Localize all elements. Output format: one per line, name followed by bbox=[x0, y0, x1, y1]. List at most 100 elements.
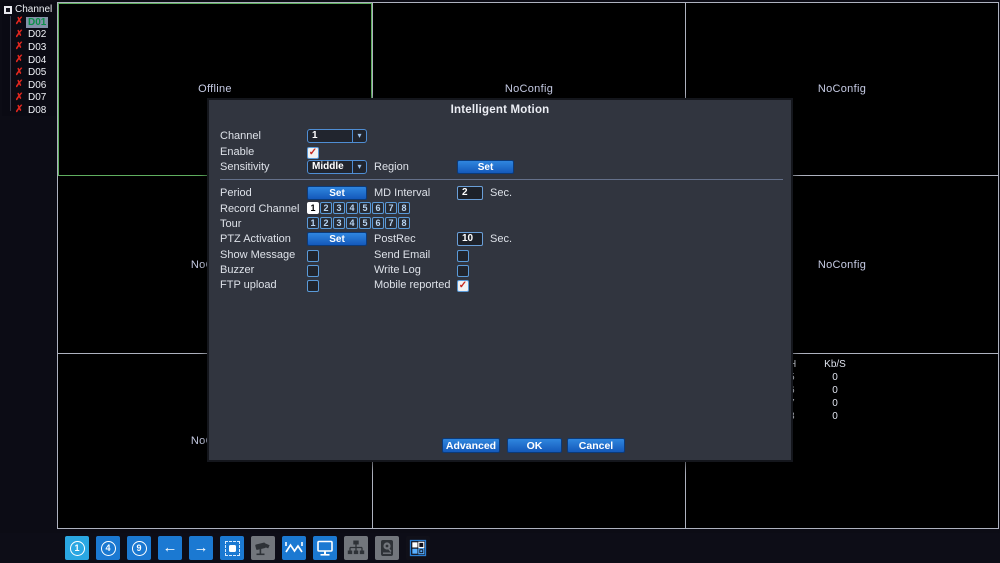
period-set-button[interactable]: Set bbox=[307, 186, 367, 200]
disk-search-button[interactable] bbox=[375, 536, 399, 560]
single-view-icon: 1 bbox=[69, 540, 85, 556]
region-set-button[interactable]: Set bbox=[457, 160, 514, 174]
enable-label: Enable bbox=[220, 146, 255, 158]
record-channel-8[interactable]: 8 bbox=[398, 202, 410, 214]
mobile-reported-checkbox[interactable]: ✓ bbox=[457, 279, 469, 292]
disk-search-icon bbox=[381, 540, 393, 556]
tour-1[interactable]: 1 bbox=[307, 217, 319, 229]
bitrate-col-kbs: Kb/S bbox=[824, 359, 846, 370]
channel-tree-title: Channel bbox=[15, 4, 53, 15]
record-channel-3[interactable]: 3 bbox=[333, 202, 345, 214]
record-icon bbox=[224, 540, 240, 556]
show-message-label: Show Message bbox=[220, 249, 296, 261]
bottom-toolbar: 1 4 9 ← → bbox=[0, 533, 1000, 563]
channel-tree-panel: Channel ✗ D01 ✗ D02 ✗ D03 ✗ D04 ✗ D05 ✗ … bbox=[2, 2, 56, 116]
network-button[interactable] bbox=[344, 536, 368, 560]
record-channel-7[interactable]: 7 bbox=[385, 202, 397, 214]
buzzer-label: Buzzer bbox=[220, 264, 255, 276]
channel-select[interactable]: 1 ▾ bbox=[307, 129, 367, 143]
channel-item-d02[interactable]: ✗ D02 bbox=[6, 29, 56, 42]
md-interval-label: MD Interval bbox=[374, 187, 431, 199]
tour-8[interactable]: 8 bbox=[398, 217, 410, 229]
section-divider bbox=[220, 179, 783, 180]
channel-item-d03[interactable]: ✗ D03 bbox=[6, 41, 56, 54]
quad-view-button[interactable]: 4 bbox=[96, 536, 120, 560]
ok-button[interactable]: OK bbox=[507, 438, 562, 453]
postrec-input[interactable]: 10 bbox=[457, 232, 483, 246]
bitrate-header: H Kb/S bbox=[789, 358, 865, 371]
x-mark-icon: ✗ bbox=[15, 16, 24, 28]
channel-label: Channel bbox=[220, 130, 261, 142]
network-icon bbox=[347, 540, 365, 555]
bitrate-table: H Kb/S 5 0 6 0 7 0 8 0 bbox=[789, 358, 865, 423]
cancel-button[interactable]: Cancel bbox=[567, 438, 625, 453]
tour-6[interactable]: 6 bbox=[372, 217, 384, 229]
arrow-right-icon: → bbox=[193, 539, 209, 556]
check-icon: ✓ bbox=[308, 146, 318, 158]
record-button[interactable] bbox=[220, 536, 244, 560]
channel-item-d04[interactable]: ✗ D04 bbox=[6, 54, 56, 67]
tour-7[interactable]: 7 bbox=[385, 217, 397, 229]
color-adjust-button[interactable] bbox=[282, 536, 306, 560]
previous-button[interactable]: ← bbox=[158, 536, 182, 560]
advanced-button[interactable]: Advanced bbox=[442, 438, 500, 453]
channel-tree-header[interactable]: Channel bbox=[2, 2, 56, 16]
tour-4[interactable]: 4 bbox=[346, 217, 358, 229]
tour-2[interactable]: 2 bbox=[320, 217, 332, 229]
tour-5[interactable]: 5 bbox=[359, 217, 371, 229]
intelligent-motion-dialog: Intelligent Motion Channel 1 ▾ Enable ✓ … bbox=[207, 98, 793, 462]
ptz-activation-label: PTZ Activation bbox=[220, 233, 291, 245]
color-adjust-icon bbox=[285, 542, 303, 553]
x-mark-icon: ✗ bbox=[15, 41, 24, 53]
multi-screen-button[interactable] bbox=[406, 536, 430, 560]
cell-status-label: NoConfig bbox=[817, 83, 867, 95]
nine-view-button[interactable]: 9 bbox=[127, 536, 151, 560]
channel-item-d07[interactable]: ✗ D07 bbox=[6, 92, 56, 105]
collapse-icon[interactable] bbox=[4, 5, 12, 14]
chevron-down-icon[interactable]: ▾ bbox=[352, 161, 366, 173]
ptz-camera-button[interactable] bbox=[251, 536, 275, 560]
sensitivity-select[interactable]: Middle ▾ bbox=[307, 160, 367, 174]
write-log-checkbox[interactable] bbox=[457, 264, 469, 277]
show-message-checkbox[interactable] bbox=[307, 249, 319, 262]
record-channel-2[interactable]: 2 bbox=[320, 202, 332, 214]
channel-item-d06[interactable]: ✗ D06 bbox=[6, 79, 56, 92]
record-channel-1[interactable]: 1 bbox=[307, 202, 319, 214]
ftp-upload-checkbox[interactable] bbox=[307, 279, 319, 292]
ptz-set-button[interactable]: Set bbox=[307, 232, 367, 246]
send-email-checkbox[interactable] bbox=[457, 249, 469, 262]
display-button[interactable] bbox=[313, 536, 337, 560]
x-mark-icon: ✗ bbox=[15, 54, 24, 66]
region-label: Region bbox=[374, 161, 409, 173]
channel-item-d01[interactable]: ✗ D01 bbox=[6, 16, 56, 29]
channel-item-d05[interactable]: ✗ D05 bbox=[6, 66, 56, 79]
single-view-button[interactable]: 1 bbox=[65, 536, 89, 560]
tour-3[interactable]: 3 bbox=[333, 217, 345, 229]
md-interval-input[interactable]: 2 bbox=[457, 186, 483, 200]
send-email-label: Send Email bbox=[374, 249, 431, 261]
next-button[interactable]: → bbox=[189, 536, 213, 560]
x-mark-icon: ✗ bbox=[15, 28, 24, 40]
enable-checkbox[interactable]: ✓ bbox=[307, 146, 319, 159]
dvr-screen: { "icons": { "dropdown_arrow": "▾", "arr… bbox=[0, 0, 1000, 563]
chevron-down-icon[interactable]: ▾ bbox=[352, 130, 366, 142]
record-channel-4[interactable]: 4 bbox=[346, 202, 358, 214]
postrec-unit: Sec. bbox=[490, 233, 513, 245]
x-mark-icon: ✗ bbox=[15, 66, 24, 78]
bitrate-row: 6 0 bbox=[789, 385, 838, 396]
record-channel-6[interactable]: 6 bbox=[372, 202, 384, 214]
ptz-camera-icon bbox=[255, 542, 270, 556]
tour-buttons: 1 2 3 4 5 6 7 8 bbox=[307, 217, 410, 229]
write-log-label: Write Log bbox=[374, 264, 421, 276]
record-channel-5[interactable]: 5 bbox=[359, 202, 371, 214]
bitrate-row: 7 0 bbox=[789, 398, 838, 409]
arrow-left-icon: ← bbox=[162, 539, 178, 556]
tour-label: Tour bbox=[220, 218, 242, 230]
display-icon bbox=[317, 540, 333, 556]
buzzer-checkbox[interactable] bbox=[307, 264, 319, 277]
bitrate-row: 5 0 bbox=[789, 372, 838, 383]
x-mark-icon: ✗ bbox=[15, 79, 24, 91]
x-mark-icon: ✗ bbox=[15, 104, 24, 116]
channel-item-d08[interactable]: ✗ D08 bbox=[6, 104, 56, 117]
record-channel-buttons: 1 2 3 4 5 6 7 8 bbox=[307, 202, 410, 214]
